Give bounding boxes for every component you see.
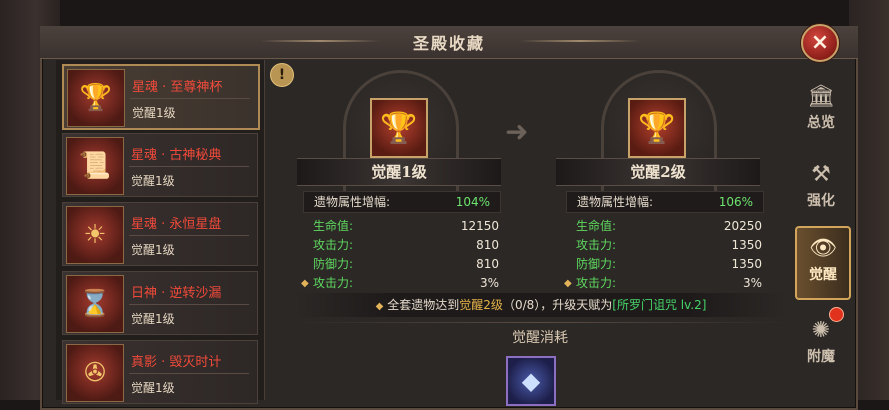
stat-row: 防御力: 1350 bbox=[566, 255, 762, 274]
list-item[interactable]: 🏆 星魂 · 至尊神杯 觉醒1级 bbox=[62, 64, 260, 130]
list-item[interactable]: 📜 星魂 · 古神秘典 觉醒1级 bbox=[62, 133, 258, 197]
stat-value: 810 bbox=[476, 257, 499, 271]
stat-key: 防御力: bbox=[313, 257, 354, 271]
diamond-icon: ◆ bbox=[301, 278, 309, 289]
talent-link[interactable]: [所罗门诅咒 lv.2] bbox=[612, 298, 706, 312]
next-level-banner: 觉醒2级 bbox=[556, 158, 760, 186]
relic-name: 星魂 · 至尊神杯 bbox=[132, 80, 223, 95]
note-middle: （0/8），升级天赋为 bbox=[502, 298, 613, 312]
tab-label: 强化 bbox=[807, 193, 835, 209]
stat-value: 12150 bbox=[460, 219, 499, 233]
stat-value: 3% bbox=[742, 276, 762, 290]
stat-value: 3% bbox=[479, 276, 499, 290]
stat-value: 20250 bbox=[723, 219, 762, 233]
relic-list[interactable]: 🏆 星魂 · 至尊神杯 觉醒1级 📜 星魂 · 古神秘典 觉醒1级 ☀ 星魂 ·… bbox=[56, 60, 265, 404]
current-relic-cup-icon: 🏆 bbox=[370, 98, 428, 158]
stat-key: 攻击力: bbox=[313, 276, 354, 290]
diamond-icon: ◆ bbox=[564, 278, 572, 289]
note-prefix: 全套遗物达到 bbox=[387, 298, 460, 312]
relic-name: 日神 · 逆转沙漏 bbox=[131, 286, 222, 301]
bonus-label: 遗物属性增幅: bbox=[314, 195, 391, 209]
set-bonus-note: ◆ 全套遗物达到觉醒2级（0/8），升级天赋为[所罗门诅咒 lv.2] bbox=[296, 293, 786, 317]
bonus-label: 遗物属性增幅: bbox=[577, 195, 654, 209]
tab-label: 总览 bbox=[807, 115, 835, 131]
clock-icon: ✇ bbox=[66, 344, 124, 402]
hourglass-icon: ⌛ bbox=[66, 275, 124, 333]
tab-label: 附魔 bbox=[807, 349, 835, 365]
diamond-icon: ◆ bbox=[375, 301, 384, 312]
relic-level: 觉醒1级 bbox=[131, 381, 175, 395]
relic-name: 星魂 · 永恒星盘 bbox=[131, 217, 222, 232]
bonus-value: 104% bbox=[455, 195, 490, 209]
stat-key: 生命值: bbox=[576, 219, 617, 233]
relic-level: 觉醒1级 bbox=[131, 174, 175, 188]
window-title: 圣殿收藏 bbox=[412, 34, 485, 53]
tab-awaken[interactable]: 👁 觉醒 bbox=[795, 226, 851, 300]
next-relic-cup-icon: 🏆 bbox=[628, 98, 686, 158]
divider bbox=[130, 98, 250, 99]
stat-row: 生命值: 12150 bbox=[303, 217, 499, 236]
divider bbox=[292, 322, 792, 323]
stat-row: 防御力: 810 bbox=[303, 255, 499, 274]
current-bonus-row: 遗物属性增幅: 104% bbox=[303, 191, 501, 213]
relic-level: 觉醒1级 bbox=[131, 312, 175, 326]
side-tabs: 🏛 总览 ⚒ 强化 👁 觉醒 ✺ 附魔 bbox=[795, 62, 851, 402]
divider bbox=[129, 166, 249, 167]
list-item[interactable]: ✇ 真影 · 毁灭时计 觉醒1级 bbox=[62, 340, 258, 404]
crystal-icon[interactable]: ◆ bbox=[506, 356, 556, 406]
tab-label: 觉醒 bbox=[809, 267, 837, 283]
list-item[interactable]: ☀ 星魂 · 永恒星盘 觉醒1级 bbox=[62, 202, 258, 266]
title-ornament-right bbox=[520, 40, 640, 42]
close-button[interactable]: × bbox=[801, 24, 839, 62]
next-bonus-row: 遗物属性增幅: 106% bbox=[566, 191, 764, 213]
close-icon: × bbox=[810, 30, 830, 55]
tab-enhance[interactable]: ⚒ 强化 bbox=[795, 154, 847, 224]
enchant-icon: ✺ bbox=[811, 318, 831, 343]
divider bbox=[129, 235, 249, 236]
title-bar: 圣殿收藏 bbox=[40, 26, 858, 59]
next-stats: 生命值: 20250 攻击力: 1350 防御力: 1350 ◆ 攻击力: 3% bbox=[564, 217, 762, 293]
relic-level: 觉醒1级 bbox=[132, 106, 176, 120]
stat-row: 攻击力: 810 bbox=[303, 236, 499, 255]
cup-icon: 🏆 bbox=[67, 69, 125, 127]
stat-value: 810 bbox=[476, 238, 499, 252]
notification-badge bbox=[829, 307, 844, 322]
astrolabe-icon: ☀ bbox=[66, 206, 124, 264]
note-highlight: 觉醒2级 bbox=[459, 298, 503, 312]
stat-row: 生命值: 20250 bbox=[566, 217, 762, 236]
divider bbox=[129, 304, 249, 305]
anvil-icon: ⚒ bbox=[811, 162, 831, 187]
stat-row: ◆ 攻击力: 3% bbox=[301, 274, 499, 293]
arrow-right-icon: ➜ bbox=[505, 115, 529, 148]
stat-key: 攻击力: bbox=[576, 238, 617, 252]
info-button[interactable]: ! bbox=[270, 63, 294, 87]
stat-value: 1350 bbox=[731, 238, 762, 252]
current-level-banner: 觉醒1级 bbox=[297, 158, 501, 186]
relic-name: 真影 · 毁灭时计 bbox=[131, 355, 222, 370]
temple-icon: 🏛 bbox=[807, 84, 835, 109]
eye-icon: 👁 bbox=[809, 236, 837, 261]
divider bbox=[129, 373, 249, 374]
exclamation-icon: ! bbox=[278, 67, 286, 83]
stat-row: 攻击力: 1350 bbox=[566, 236, 762, 255]
stat-value: 1350 bbox=[731, 257, 762, 271]
relic-level: 觉醒1级 bbox=[131, 243, 175, 257]
stat-key: 攻击力: bbox=[576, 276, 617, 290]
stat-key: 防御力: bbox=[576, 257, 617, 271]
stat-key: 攻击力: bbox=[313, 238, 354, 252]
stat-key: 生命值: bbox=[313, 219, 354, 233]
tab-overview[interactable]: 🏛 总览 bbox=[795, 76, 847, 146]
relic-name: 星魂 · 古神秘典 bbox=[131, 148, 222, 163]
list-item[interactable]: ⌛ 日神 · 逆转沙漏 觉醒1级 bbox=[62, 271, 258, 335]
tome-icon: 📜 bbox=[66, 137, 124, 195]
stat-row: ◆ 攻击力: 3% bbox=[564, 274, 762, 293]
bonus-value: 106% bbox=[718, 195, 753, 209]
cost-title: 觉醒消耗 bbox=[512, 330, 568, 346]
current-stats: 生命值: 12150 攻击力: 810 防御力: 810 ◆ 攻击力: 3% bbox=[301, 217, 499, 293]
